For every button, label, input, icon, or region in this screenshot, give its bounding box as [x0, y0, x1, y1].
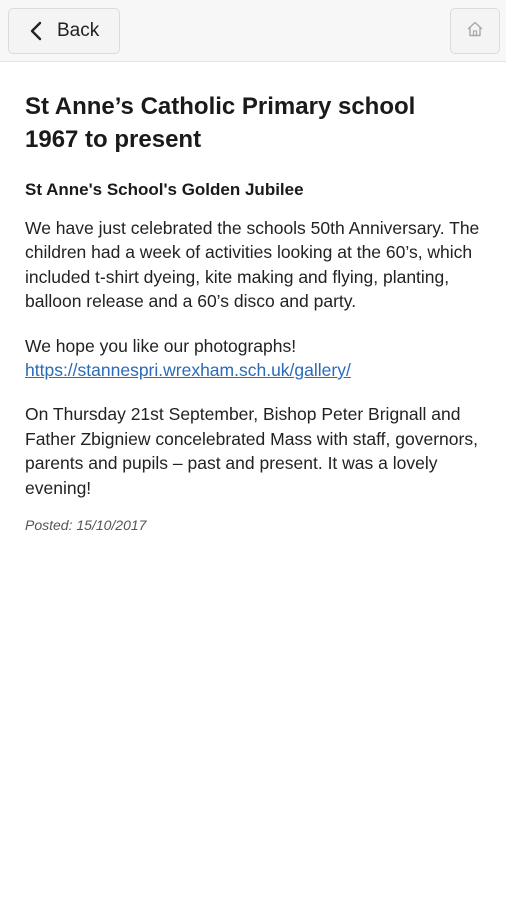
paragraph-mass: On Thursday 21st September, Bishop Peter… — [25, 404, 478, 498]
paragraph-photographs: We hope you like our photographs! https:… — [25, 334, 485, 383]
photographs-text: We hope you like our photographs! — [25, 335, 297, 356]
chevron-left-icon — [25, 20, 47, 42]
top-navigation-bar: Back — [0, 0, 506, 62]
article-content: St Anne’s Catholic Primary school 1967 t… — [25, 90, 485, 533]
posted-date: Posted: 15/10/2017 — [25, 517, 147, 534]
back-button-label: Back — [57, 20, 100, 41]
gallery-link[interactable]: https://stannespri.wrexham.sch.uk/galler… — [25, 360, 351, 380]
back-button[interactable]: Back — [8, 8, 120, 54]
page-title: St Anne’s Catholic Primary school 1967 t… — [25, 90, 485, 156]
home-icon — [466, 20, 484, 43]
paragraph-anniversary: We have just celebrated the schools 50th… — [25, 218, 480, 312]
home-button[interactable] — [450, 8, 500, 54]
page-title-line-1: St Anne’s Catholic Primary school — [25, 93, 416, 120]
article-subtitle: St Anne's School's Golden Jubilee — [25, 180, 304, 199]
page-title-line-2: 1967 to present — [25, 126, 202, 153]
